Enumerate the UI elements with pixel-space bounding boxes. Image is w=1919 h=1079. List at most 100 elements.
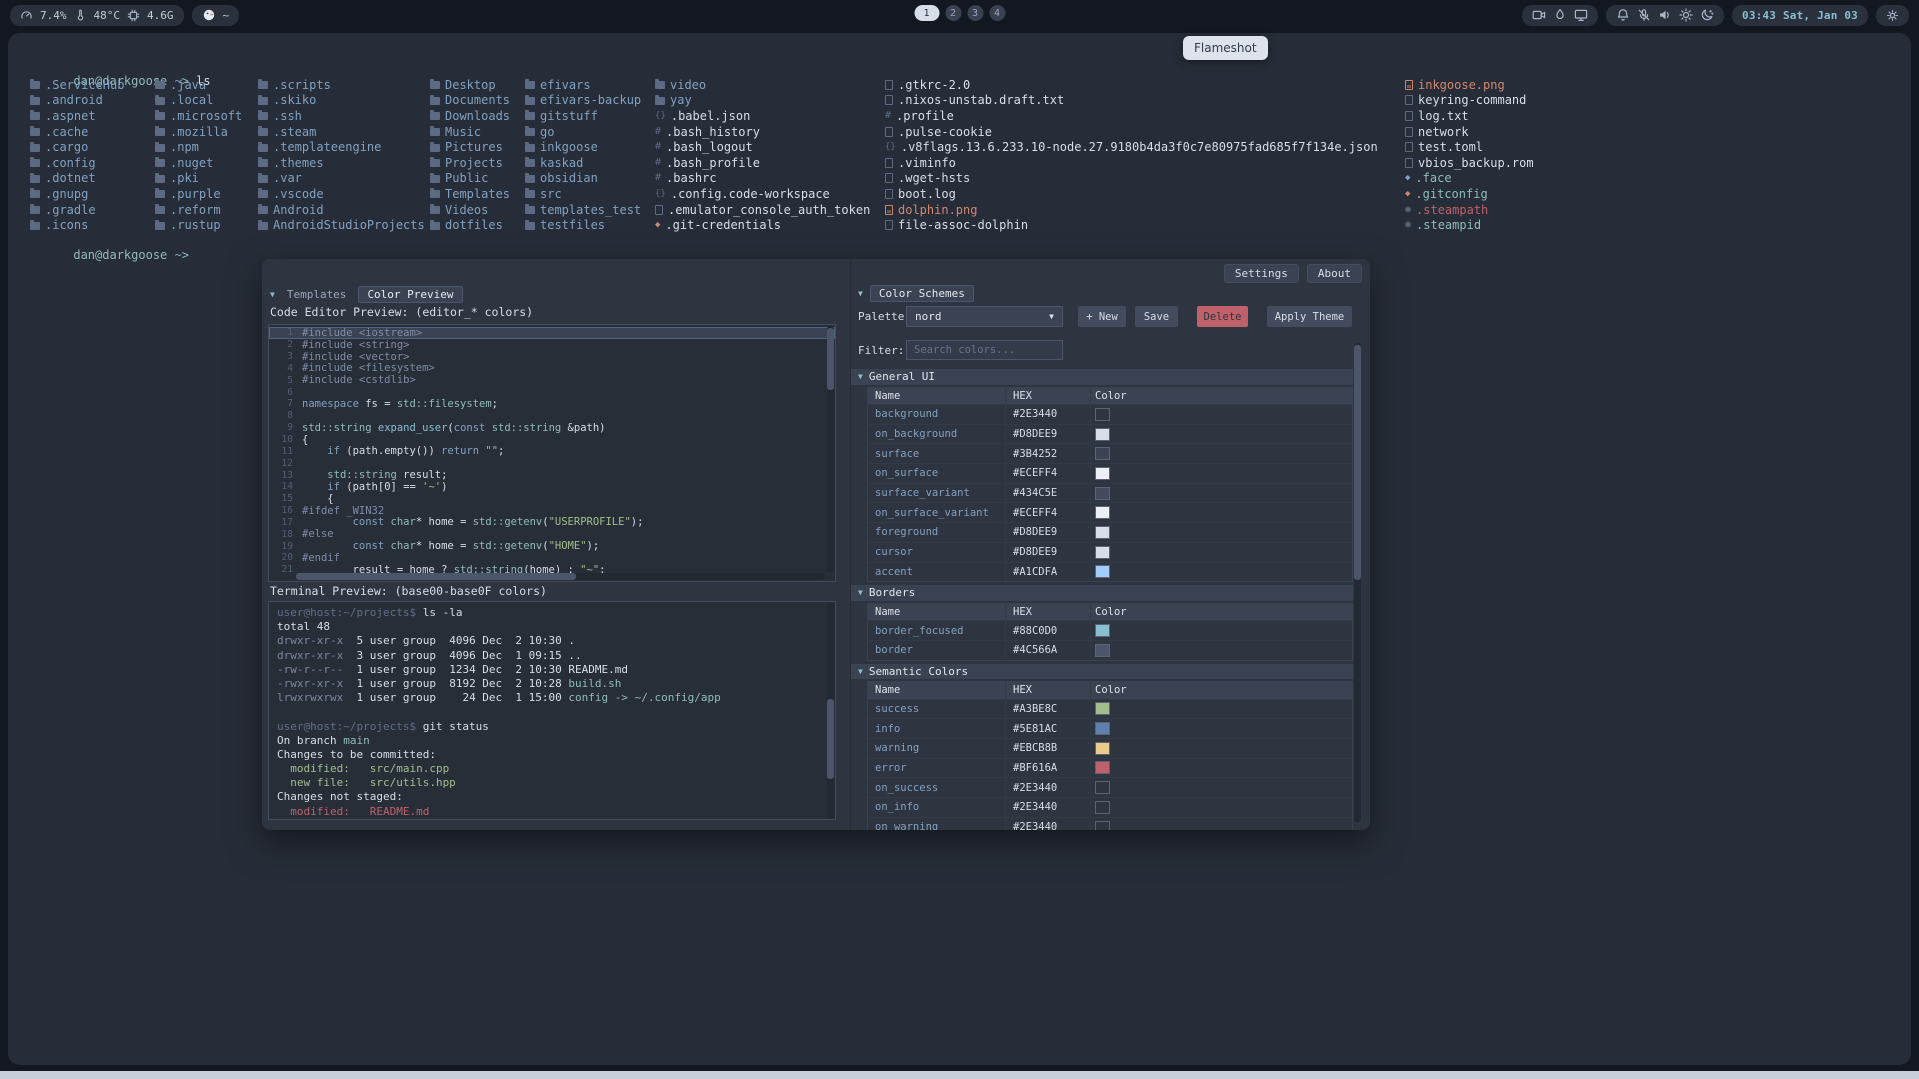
panel-vscroll-thumb[interactable] [1354,345,1361,580]
ls-item-name: file-assoc-dolphin [898,218,1028,232]
color-row[interactable]: on_info#2E3440 [868,797,1352,817]
color-row[interactable]: error#BF616A [868,758,1352,778]
color-swatch[interactable] [1095,506,1110,519]
bell-icon[interactable] [1616,8,1630,22]
night-light-icon[interactable] [1700,8,1714,22]
ls-item: .var [258,171,425,187]
mic-off-icon[interactable] [1637,8,1651,22]
editor-hscroll-thumb[interactable] [296,573,576,580]
color-swatch[interactable] [1095,408,1110,421]
settings-button[interactable]: Settings [1224,264,1299,283]
color-swatch[interactable] [1095,565,1110,578]
color-cell [1091,425,1352,444]
save-button[interactable]: Save [1135,306,1178,327]
color-cell [1091,641,1352,660]
workspace-button-2[interactable]: 2 [945,5,961,21]
color-row[interactable]: surface#3B4252 [868,443,1352,463]
color-swatch[interactable] [1095,781,1110,794]
folder-icon [155,222,165,230]
color-swatch[interactable] [1095,702,1110,715]
color-cell [1091,719,1352,738]
palette-dropdown[interactable]: nord ▼ [906,306,1063,327]
color-swatch[interactable] [1095,428,1110,441]
color-row[interactable]: border_focused#88C0D0 [868,620,1352,640]
color-row[interactable]: border#4C566A [868,640,1352,660]
color-row[interactable]: info#5E81AC [868,718,1352,738]
color-row[interactable]: background#2E3440 [868,404,1352,424]
panel-vscrollbar[interactable] [1354,343,1361,822]
flameshot-icon[interactable] [1553,8,1567,22]
color-swatch[interactable] [1095,742,1110,755]
color-swatch[interactable] [1095,801,1110,814]
code-editor[interactable]: 1#include <iostream>2#include <string>3#… [268,324,836,582]
ls-item: Documents [430,93,510,109]
display-icon[interactable] [1574,8,1588,22]
tab-color-preview[interactable]: Color Preview [358,286,462,303]
screen-record-icon[interactable] [1532,8,1546,22]
ls-item: #.bash_history [655,124,870,140]
color-row[interactable]: warning#EBCB8B [868,738,1352,758]
color-row[interactable]: on_background#D8DEE9 [868,424,1352,444]
terminal-line [277,705,835,719]
color-swatch[interactable] [1095,624,1110,637]
color-row[interactable]: on_surface#ECEFF4 [868,463,1352,483]
ls-item: .mozilla [155,124,242,140]
section-header[interactable]: ▼General UI [851,369,1353,385]
new-palette-button[interactable]: + New [1078,306,1126,327]
color-swatch[interactable] [1095,644,1110,657]
clock-pill[interactable]: 03:43 Sat, Jan 03 [1732,5,1868,26]
color-row[interactable]: on_success#2E3440 [868,777,1352,797]
ls-item-name: .emulator_console_auth_token [668,203,870,217]
about-button[interactable]: About [1307,264,1362,283]
terminal-vscroll-thumb[interactable] [827,699,834,779]
tab-templates[interactable]: Templates [287,288,347,301]
ls-item: network [1405,124,1534,140]
color-row[interactable]: accent#A1CDFA [868,562,1352,582]
folder-icon [258,159,268,167]
editor-vscrollbar[interactable] [827,326,834,572]
brightness-icon[interactable] [1679,8,1693,22]
apply-theme-button[interactable]: Apply Theme [1267,306,1352,327]
collapse-arrow-icon[interactable]: ▼ [858,289,863,298]
color-hex: #D8DEE9 [1006,425,1091,444]
color-row[interactable]: on_warning#2E3440 [868,817,1352,830]
collapse-arrow-icon: ▼ [858,372,863,381]
line-number: 14 [269,481,302,492]
section-header[interactable]: ▼Borders [851,585,1353,601]
workspace-button-3[interactable]: 3 [967,5,983,21]
bottom-dock-strip[interactable] [0,1071,1919,1079]
ls-grid: .ServiceHub.android.aspnet.cache.cargo.c… [30,77,1905,234]
color-row[interactable]: success#A3BE8C [868,699,1352,719]
color-swatch[interactable] [1095,447,1110,460]
color-swatch[interactable] [1095,546,1110,559]
palette-value: nord [915,310,942,323]
color-swatch[interactable] [1095,761,1110,774]
ls-item-name: .templateengine [273,140,381,154]
collapse-arrow-icon[interactable]: ▼ [270,290,275,299]
color-swatch[interactable] [1095,821,1110,830]
section-header[interactable]: ▼Semantic Colors [851,664,1353,680]
color-swatch[interactable] [1095,526,1110,539]
color-row[interactable]: surface_variant#434C5E [868,483,1352,503]
color-swatch[interactable] [1095,487,1110,500]
volume-icon[interactable] [1658,8,1672,22]
color-swatch[interactable] [1095,467,1110,480]
workspace-button-4[interactable]: 4 [989,5,1005,21]
editor-vscroll-thumb[interactable] [827,328,834,390]
terminal-line: On branch main [277,734,835,748]
color-row[interactable]: foreground#D8DEE9 [868,522,1352,542]
workspace-button-1[interactable]: 1 [914,5,939,21]
column-header: Name [868,604,1006,621]
ls-item: Pictures [430,139,510,155]
color-filter-input[interactable] [906,340,1063,360]
ls-column: videoyay{}.babel.json#.bash_history#.bas… [655,77,870,233]
tray-app-icon[interactable] [1886,9,1899,22]
terminal-vscrollbar[interactable] [827,603,834,819]
color-swatch[interactable] [1095,722,1110,735]
color-row[interactable]: on_surface_variant#ECEFF4 [868,502,1352,522]
delete-button[interactable]: Delete [1197,306,1248,327]
tab-color-schemes[interactable]: Color Schemes [870,285,974,302]
editor-hscrollbar[interactable] [295,573,825,580]
folder-icon [30,128,40,136]
color-row[interactable]: cursor#D8DEE9 [868,542,1352,562]
